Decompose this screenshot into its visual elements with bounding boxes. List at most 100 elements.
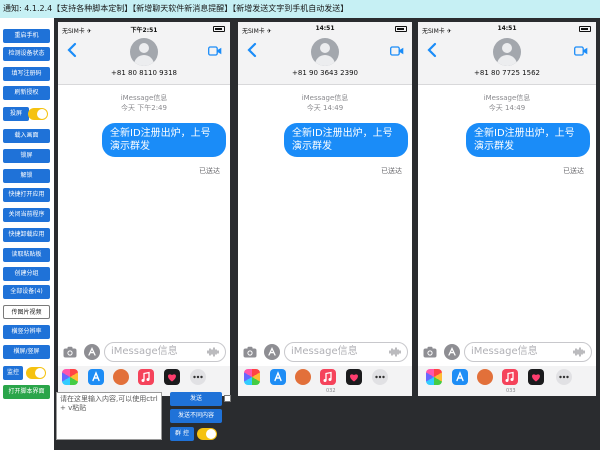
photos-icon[interactable]: [244, 369, 260, 385]
all-devices-button[interactable]: 全部设备(4): [3, 285, 50, 299]
imessage-app-bar: [418, 366, 596, 388]
video-call-icon[interactable]: [208, 46, 222, 56]
message-timestamp: 今天 下午2:49: [121, 104, 167, 112]
camera-icon[interactable]: [243, 346, 257, 358]
memoji-icon[interactable]: [477, 369, 493, 385]
memoji-icon[interactable]: [113, 369, 129, 385]
sent-message-bubble[interactable]: 全新ID注册出炉，上号演示群发: [466, 123, 590, 157]
send-button[interactable]: 发送: [170, 392, 222, 406]
group-control-toggle[interactable]: [197, 428, 217, 440]
contact-number: +81 90 3643 2390: [292, 69, 358, 77]
photos-icon[interactable]: [426, 369, 442, 385]
quick-open-app-button[interactable]: 快捷打开应用: [3, 188, 50, 202]
apps-icon[interactable]: [264, 344, 280, 360]
battery-icon: [395, 26, 407, 32]
phone-screen-2[interactable]: 无SIM卡 ✈ 14:51 +81 90 3643 2390 iMessage信…: [238, 22, 412, 396]
heart-icon[interactable]: [528, 369, 544, 385]
contact-avatar[interactable]: [493, 38, 521, 66]
status-time: 14:51: [497, 25, 517, 32]
message-input[interactable]: iMessage信息: [284, 342, 408, 362]
device-index: 033: [506, 388, 516, 394]
phone-screen-3[interactable]: 无SIM卡 ✈ 14:51 +81 80 7725 1562 iMessage信…: [418, 22, 596, 396]
phone-screen-1[interactable]: 无SIM卡 ✈ 下午2:51 +81 80 8110 9318 iMessage…: [58, 22, 230, 396]
status-bar: 无SIM卡 ✈ 14:51: [418, 25, 596, 35]
service-label: iMessage信息: [120, 94, 168, 102]
unlock-button[interactable]: 解锁: [3, 169, 50, 183]
send-different-content-button[interactable]: 发送不同内容: [170, 409, 222, 423]
heart-icon[interactable]: [346, 369, 362, 385]
quick-uninstall-app-button[interactable]: 快捷卸载应用: [3, 228, 50, 242]
back-chevron-icon[interactable]: [246, 42, 260, 58]
send-option-checkbox[interactable]: [224, 395, 231, 402]
back-chevron-icon[interactable]: [426, 42, 440, 58]
message-input[interactable]: iMessage信息: [104, 342, 226, 362]
music-icon[interactable]: [320, 369, 336, 385]
status-bar: 无SIM卡 ✈ 14:51: [238, 25, 412, 35]
message-timestamp: 今天 14:49: [488, 104, 526, 112]
app-store-icon[interactable]: [452, 369, 468, 385]
battery-icon: [579, 26, 591, 32]
message-timestamp: 今天 14:49: [306, 104, 344, 112]
read-clipboard-button[interactable]: 读取粘贴板: [3, 248, 50, 262]
camera-icon[interactable]: [63, 346, 77, 358]
audio-wave-icon[interactable]: [573, 347, 585, 357]
apps-icon[interactable]: [444, 344, 460, 360]
app-store-icon[interactable]: [270, 369, 286, 385]
device-footer: 032: [238, 388, 412, 396]
video-call-icon[interactable]: [574, 46, 588, 56]
close-current-app-button[interactable]: 关闭当前程序: [3, 208, 50, 222]
message-input-row: iMessage信息: [418, 342, 596, 362]
photos-icon[interactable]: [62, 369, 78, 385]
restart-phone-button[interactable]: 重启手机: [3, 29, 50, 43]
lock-screen-button[interactable]: 锁屏: [3, 149, 50, 163]
back-chevron-icon[interactable]: [66, 42, 80, 58]
conversation-header: 无SIM卡 ✈ 下午2:51 +81 80 8110 9318: [58, 22, 230, 85]
screen-cast-button[interactable]: 投屏: [3, 107, 29, 121]
monitor-toggle[interactable]: [26, 367, 46, 379]
service-label: iMessage信息: [301, 94, 349, 102]
check-device-status-button[interactable]: 检测设备状态: [3, 47, 50, 61]
device-footer: 033: [418, 388, 596, 396]
refresh-license-button[interactable]: 刷新授权: [3, 86, 50, 100]
app-store-icon[interactable]: [88, 369, 104, 385]
sent-message-bubble[interactable]: 全新ID注册出炉，上号演示群发: [102, 123, 226, 157]
create-group-button[interactable]: 创建分组: [3, 267, 50, 281]
apps-icon[interactable]: [84, 344, 100, 360]
battery-icon: [213, 26, 225, 32]
enter-registration-code-button[interactable]: 填写注册码: [3, 67, 50, 81]
conversation-header: 无SIM卡 ✈ 14:51 +81 80 7725 1562: [418, 22, 596, 85]
contact-avatar[interactable]: [130, 38, 158, 66]
heart-icon[interactable]: [164, 369, 180, 385]
contact-avatar[interactable]: [311, 38, 339, 66]
upload-media-button[interactable]: 传图片视频: [3, 305, 50, 319]
resolution-button[interactable]: 横竖分辨率: [3, 325, 50, 339]
more-icon[interactable]: [190, 369, 206, 385]
open-script-panel-button[interactable]: 打开脚本界面: [3, 385, 50, 399]
camera-icon[interactable]: [423, 346, 437, 358]
contact-number: +81 80 8110 9318: [111, 69, 177, 77]
imessage-app-bar: [58, 366, 230, 388]
status-time: 下午2:51: [130, 27, 158, 34]
status-time: 14:51: [315, 25, 335, 32]
message-input[interactable]: iMessage信息: [464, 342, 592, 362]
audio-wave-icon[interactable]: [389, 347, 401, 357]
monitor-button[interactable]: 监控: [3, 366, 23, 380]
more-icon[interactable]: [372, 369, 388, 385]
sent-message-bubble[interactable]: 全新ID注册出炉，上号演示群发: [284, 123, 408, 157]
group-control-button[interactable]: 群 控: [170, 427, 194, 441]
more-icon[interactable]: [556, 369, 572, 385]
contact-number: +81 80 7725 1562: [474, 69, 540, 77]
audio-wave-icon[interactable]: [207, 347, 219, 357]
broadcast-text-input[interactable]: 请在这里输入内容,可以使用ctrl + v粘贴: [56, 392, 162, 440]
video-call-icon[interactable]: [390, 46, 404, 56]
music-icon[interactable]: [138, 369, 154, 385]
message-placeholder: iMessage信息: [291, 346, 358, 357]
delivered-status: 已送达: [199, 167, 220, 175]
memoji-icon[interactable]: [295, 369, 311, 385]
load-screen-button[interactable]: 载入画面: [3, 129, 50, 143]
delivered-status: 已送达: [381, 167, 402, 175]
service-label: iMessage信息: [483, 94, 531, 102]
orientation-button[interactable]: 横屏/竖屏: [3, 345, 50, 359]
screen-cast-toggle[interactable]: [28, 108, 48, 120]
music-icon[interactable]: [502, 369, 518, 385]
